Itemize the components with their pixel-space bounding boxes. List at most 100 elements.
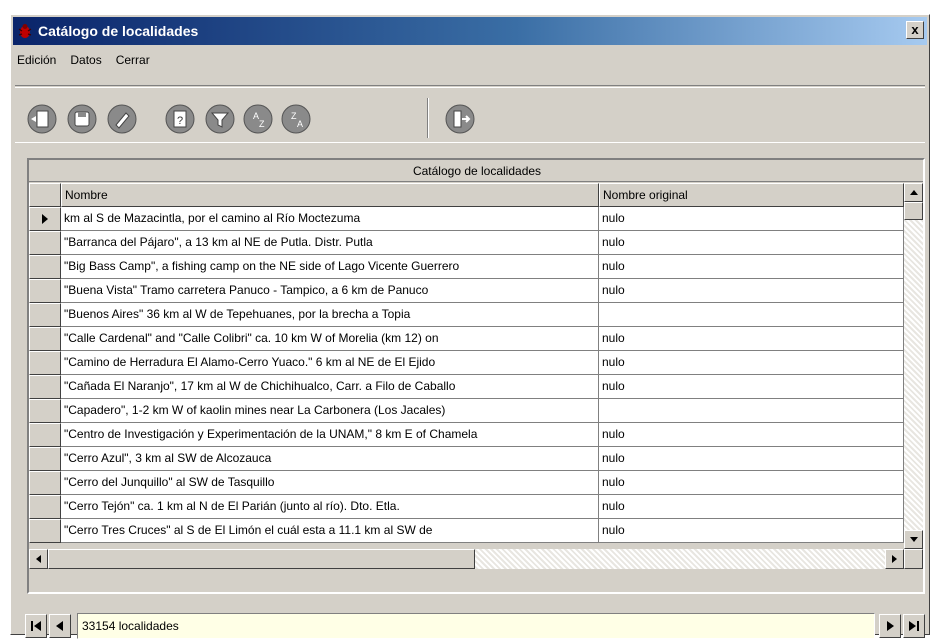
grid-header: Nombre Nombre original bbox=[29, 183, 904, 207]
previous-record-button[interactable] bbox=[49, 614, 71, 638]
cell-nombre[interactable]: km al S de Mazacintla, por el camino al … bbox=[61, 207, 599, 231]
cell-nombre[interactable]: "Cerro Azul", 3 km al SW de Alcozauca bbox=[61, 447, 599, 471]
record-navigator: 33154 localidades bbox=[25, 611, 927, 641]
row-indicator[interactable] bbox=[29, 423, 61, 447]
column-header-nombre-original[interactable]: Nombre original bbox=[599, 183, 904, 207]
row-indicator[interactable] bbox=[29, 447, 61, 471]
table-row[interactable]: "Cerro Tres Cruces" al S de El Limón el … bbox=[29, 519, 904, 543]
last-record-icon bbox=[909, 621, 919, 631]
next-record-button[interactable] bbox=[879, 614, 901, 638]
cell-nombre-original[interactable]: nulo bbox=[599, 495, 904, 519]
vertical-scroll-thumb[interactable] bbox=[904, 202, 923, 220]
horizontal-scroll-thumb[interactable] bbox=[48, 549, 475, 569]
horizontal-scrollbar[interactable] bbox=[29, 549, 923, 569]
details-icon: ? bbox=[165, 104, 195, 134]
close-button[interactable]: x bbox=[906, 21, 924, 39]
scroll-right-button[interactable] bbox=[885, 549, 904, 569]
table-row[interactable]: km al S de Mazacintla, por el camino al … bbox=[29, 207, 904, 231]
cell-nombre-original[interactable]: nulo bbox=[599, 279, 904, 303]
cell-nombre[interactable]: "Camino de Herradura El Alamo-Cerro Yuac… bbox=[61, 351, 599, 375]
first-record-button[interactable] bbox=[25, 614, 47, 638]
save-button[interactable] bbox=[65, 102, 99, 136]
title-bar[interactable]: Catálogo de localidades x bbox=[13, 17, 927, 45]
arrow-up-icon bbox=[909, 190, 918, 195]
current-row-indicator bbox=[29, 207, 61, 231]
cell-nombre[interactable]: "Buena Vista" Tramo carretera Panuco - T… bbox=[61, 279, 599, 303]
table-row[interactable]: "Cerro Azul", 3 km al SW de Alcozauca nu… bbox=[29, 447, 904, 471]
sort-az-button[interactable]: AZ bbox=[241, 102, 275, 136]
cell-nombre-original[interactable] bbox=[599, 303, 904, 327]
size-grip bbox=[904, 549, 923, 569]
details-button[interactable]: ? bbox=[163, 102, 197, 136]
table-row[interactable]: "Camino de Herradura El Alamo-Cerro Yuac… bbox=[29, 351, 904, 375]
cell-nombre[interactable]: "Cerro Tejón" ca. 1 km al N de El Parián… bbox=[61, 495, 599, 519]
row-indicator[interactable] bbox=[29, 351, 61, 375]
cell-nombre[interactable]: "Cañada El Naranjo", 17 km al W de Chich… bbox=[61, 375, 599, 399]
menu-cerrar[interactable]: Cerrar bbox=[109, 53, 157, 67]
cell-nombre-original[interactable]: nulo bbox=[599, 375, 904, 399]
svg-text:?: ? bbox=[177, 115, 183, 127]
scroll-left-button[interactable] bbox=[29, 549, 48, 569]
row-indicator[interactable] bbox=[29, 231, 61, 255]
menu-edicion[interactable]: Edición bbox=[13, 53, 63, 67]
row-indicator[interactable] bbox=[29, 279, 61, 303]
cell-nombre[interactable]: "Barranca del Pájaro", a 13 km al NE de … bbox=[61, 231, 599, 255]
column-header-nombre[interactable]: Nombre bbox=[61, 183, 599, 207]
sort-za-button[interactable]: ZA bbox=[279, 102, 313, 136]
arrow-left-icon bbox=[36, 555, 41, 563]
cell-nombre-original[interactable]: nulo bbox=[599, 423, 904, 447]
scroll-up-button[interactable] bbox=[904, 183, 923, 202]
cell-nombre-original[interactable]: nulo bbox=[599, 471, 904, 495]
cell-nombre-original[interactable]: nulo bbox=[599, 207, 904, 231]
cell-nombre[interactable]: "Cerro del Junquillo" al SW de Tasquillo bbox=[61, 471, 599, 495]
row-indicator[interactable] bbox=[29, 255, 61, 279]
row-indicator[interactable] bbox=[29, 399, 61, 423]
last-record-button[interactable] bbox=[903, 614, 925, 638]
table-row[interactable]: "Centro de Investigación y Experimentaci… bbox=[29, 423, 904, 447]
sort-za-icon: ZA bbox=[281, 104, 311, 134]
edit-button[interactable] bbox=[105, 102, 139, 136]
table-row[interactable]: "Capadero", 1-2 km W of kaolin mines nea… bbox=[29, 399, 904, 423]
cell-nombre[interactable]: "Calle Cardenal" and "Calle Colibri" ca.… bbox=[61, 327, 599, 351]
sort-az-icon: AZ bbox=[243, 104, 273, 134]
table-row[interactable]: "Big Bass Camp", a fishing camp on the N… bbox=[29, 255, 904, 279]
cell-nombre[interactable]: "Big Bass Camp", a fishing camp on the N… bbox=[61, 255, 599, 279]
grid-caption: Catálogo de localidades bbox=[29, 160, 923, 182]
row-indicator-header bbox=[29, 183, 61, 207]
table-row[interactable]: "Cañada El Naranjo", 17 km al W de Chich… bbox=[29, 375, 904, 399]
row-indicator[interactable] bbox=[29, 303, 61, 327]
cell-nombre-original[interactable]: nulo bbox=[599, 231, 904, 255]
filter-icon bbox=[205, 104, 235, 134]
row-indicator[interactable] bbox=[29, 471, 61, 495]
row-indicator[interactable] bbox=[29, 495, 61, 519]
cell-nombre[interactable]: "Centro de Investigación y Experimentaci… bbox=[61, 423, 599, 447]
data-grid: Catálogo de localidades Nombre Nombre or… bbox=[27, 158, 925, 594]
exit-button[interactable] bbox=[443, 102, 477, 136]
scroll-down-button[interactable] bbox=[904, 530, 923, 549]
cell-nombre-original[interactable]: nulo bbox=[599, 351, 904, 375]
arrow-down-icon bbox=[909, 537, 918, 542]
table-row[interactable]: "Buenos Aires" 36 km al W de Tepehuanes,… bbox=[29, 303, 904, 327]
table-row[interactable]: "Barranca del Pájaro", a 13 km al NE de … bbox=[29, 231, 904, 255]
cell-nombre-original[interactable]: nulo bbox=[599, 255, 904, 279]
cell-nombre[interactable]: "Buenos Aires" 36 km al W de Tepehuanes,… bbox=[61, 303, 599, 327]
record-count-status: 33154 localidades bbox=[77, 613, 875, 639]
table-row[interactable]: "Cerro Tejón" ca. 1 km al N de El Parián… bbox=[29, 495, 904, 519]
cell-nombre-original[interactable]: nulo bbox=[599, 447, 904, 471]
table-row[interactable]: "Cerro del Junquillo" al SW de Tasquillo… bbox=[29, 471, 904, 495]
cell-nombre-original[interactable] bbox=[599, 399, 904, 423]
cell-nombre[interactable]: "Capadero", 1-2 km W of kaolin mines nea… bbox=[61, 399, 599, 423]
cell-nombre-original[interactable]: nulo bbox=[599, 519, 904, 543]
cell-nombre[interactable]: "Cerro Tres Cruces" al S de El Limón el … bbox=[61, 519, 599, 543]
filter-button[interactable] bbox=[203, 102, 237, 136]
row-indicator[interactable] bbox=[29, 375, 61, 399]
table-row[interactable]: "Buena Vista" Tramo carretera Panuco - T… bbox=[29, 279, 904, 303]
vertical-scrollbar[interactable] bbox=[904, 183, 923, 549]
table-row[interactable]: "Calle Cardenal" and "Calle Colibri" ca.… bbox=[29, 327, 904, 351]
new-record-button[interactable] bbox=[25, 102, 59, 136]
row-indicator[interactable] bbox=[29, 519, 61, 543]
row-indicator[interactable] bbox=[29, 327, 61, 351]
menu-datos[interactable]: Datos bbox=[63, 53, 108, 67]
cell-nombre-original[interactable]: nulo bbox=[599, 327, 904, 351]
row-pointer-icon bbox=[42, 214, 48, 224]
